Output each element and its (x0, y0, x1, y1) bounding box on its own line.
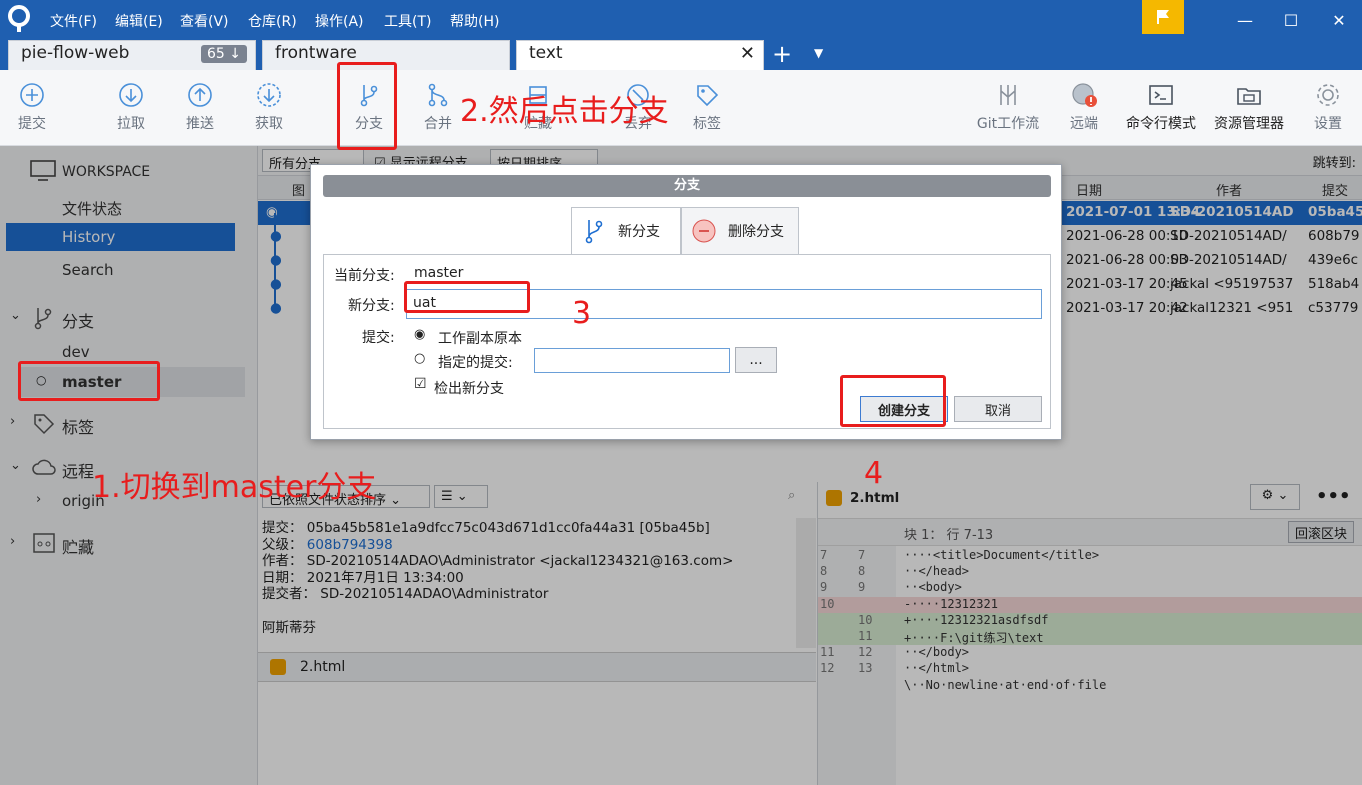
tab-label: text (529, 43, 563, 63)
cancel-label: 取消 (984, 403, 1011, 419)
minimize-icon[interactable]: — (1222, 0, 1268, 40)
menu-edit[interactable]: 编辑(E) (115, 11, 163, 31)
fetch-button[interactable]: 获取 (239, 70, 299, 146)
merge-button[interactable]: 合并 (408, 70, 468, 146)
plus-circle-icon (20, 83, 44, 107)
remote-label: 远端 (1070, 116, 1098, 132)
terminal-icon (1149, 85, 1173, 105)
close-window-icon[interactable]: ✕ (1316, 0, 1362, 40)
menu-view[interactable]: 查看(V) (180, 11, 229, 31)
specified-commit-label: 指定的提交: (438, 355, 513, 371)
behind-count-badge: 65 ↓ (201, 45, 247, 63)
checkout-label: 检出新分支 (434, 381, 504, 397)
pull-button[interactable]: 拉取 (101, 70, 161, 146)
flag-icon[interactable] (1142, 0, 1184, 34)
maximize-icon[interactable]: ☐ (1268, 0, 1314, 40)
terminal-button[interactable]: 命令行模式 (1118, 70, 1204, 146)
menu-bar: 文件(F) 编辑(E) 查看(V) 仓库(R) 操作(A) 工具(T) 帮助(H… (0, 0, 1362, 40)
settings-button[interactable]: 设置 (1298, 70, 1358, 146)
gitflow-label: Git工作流 (976, 116, 1040, 132)
new-branch-label: 新分支: (348, 298, 395, 314)
minus-circle-icon (692, 219, 716, 243)
commit-label: 提交 (18, 116, 46, 132)
fetch-icon (257, 83, 281, 107)
repo-tab-bar: pie-flow-web 65 ↓ frontware text ✕ + ▼ (0, 40, 1362, 70)
annotation-step-2: 2.然后点击分支 (460, 94, 669, 129)
gitflow-icon (1000, 85, 1016, 105)
working-copy-label: 工作副本原本 (438, 331, 522, 347)
tab-delete-branch[interactable]: 删除分支 (681, 207, 799, 255)
tab-new-label: 新分支 (618, 224, 660, 240)
explorer-button[interactable]: 资源管理器 (1206, 70, 1292, 146)
browse-label: ... (749, 352, 763, 368)
tag-label: 标签 (693, 116, 721, 132)
annotation-step-4: 4 (864, 456, 884, 491)
menu-repository[interactable]: 仓库(R) (248, 11, 297, 31)
close-tab-icon[interactable]: ✕ (740, 43, 755, 64)
tab-pie-flow-web[interactable]: pie-flow-web 65 ↓ (8, 40, 256, 70)
merge-label: 合并 (424, 116, 452, 132)
checkout-checkbox[interactable]: ☑ (414, 376, 427, 392)
push-button[interactable]: 推送 (170, 70, 230, 146)
tab-label: frontware (275, 43, 357, 63)
tab-text[interactable]: text ✕ (516, 40, 764, 70)
annotation-box-master (18, 361, 160, 401)
tab-delete-label: 删除分支 (728, 224, 784, 240)
cancel-button[interactable]: 取消 (954, 396, 1042, 422)
radio-specified-commit[interactable]: ○ (414, 351, 425, 366)
tag-button[interactable]: 标签 (677, 70, 737, 146)
terminal-label: 命令行模式 (1126, 116, 1196, 132)
pull-label: 拉取 (117, 116, 145, 132)
menu-file[interactable]: 文件(F) (50, 11, 97, 31)
push-label: 推送 (186, 116, 214, 132)
main-toolbar: 提交 拉取 推送 获取 分支 合并 贮藏 丢弃 标签 Git工作流 远端 命令行… (0, 70, 1362, 146)
tab-label: pie-flow-web (21, 43, 130, 63)
commit-button[interactable]: 提交 (2, 70, 62, 146)
gitflow-button[interactable]: Git工作流 (968, 70, 1048, 146)
settings-label: 设置 (1314, 116, 1342, 132)
branch-icon (585, 220, 603, 244)
tag-icon (697, 85, 719, 107)
current-branch-value: master (414, 265, 464, 281)
gear-icon (1317, 84, 1339, 106)
globe-warning-icon (1072, 83, 1097, 107)
tab-new-branch[interactable]: 新分支 (571, 207, 681, 255)
sourcetree-logo-icon (6, 5, 32, 33)
browse-commit-button[interactable]: ... (735, 347, 777, 373)
merge-icon (428, 83, 448, 107)
arrow-up-circle-icon (188, 83, 212, 107)
radio-working-copy[interactable]: ◉ (414, 327, 425, 342)
folder-icon (1237, 88, 1261, 105)
annotation-step-3: 3 (572, 296, 592, 331)
menu-actions[interactable]: 操作(A) (315, 11, 364, 31)
dialog-title: 分支 (323, 175, 1051, 197)
tab-dropdown-icon[interactable]: ▼ (814, 46, 823, 60)
commit-source-label: 提交: (362, 330, 395, 346)
annotation-box-branch (337, 62, 397, 150)
fetch-label: 获取 (255, 116, 283, 132)
arrow-down-circle-icon (119, 83, 143, 107)
annotation-box-input (404, 281, 530, 313)
specified-commit-input[interactable] (534, 348, 730, 373)
current-branch-label: 当前分支: (334, 268, 395, 284)
annotation-box-create (840, 375, 946, 427)
annotation-step-1: 1.切换到master分支 (92, 470, 377, 505)
remote-button[interactable]: 远端 (1054, 70, 1114, 146)
explorer-label: 资源管理器 (1214, 116, 1284, 132)
menu-tools[interactable]: 工具(T) (384, 11, 431, 31)
add-tab-icon[interactable]: + (772, 40, 792, 68)
menu-help[interactable]: 帮助(H) (450, 11, 499, 31)
